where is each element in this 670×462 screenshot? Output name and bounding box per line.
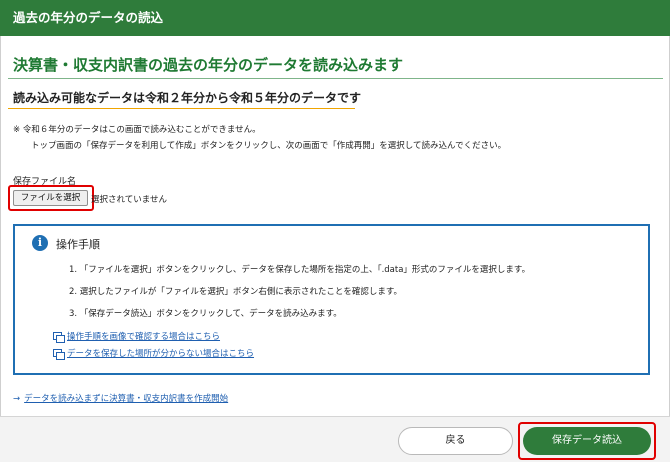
- info-icon: i: [32, 235, 48, 251]
- note-line-2: トップ画面の「保存データを利用して作成」ボタンをクリックし、次の画面で「作成再開…: [31, 141, 507, 151]
- instruction-step: 2. 選択したファイルが「ファイルを選択」ボタン右側に表示されたことを確認します…: [69, 287, 402, 297]
- arrow-right-icon: →: [13, 394, 21, 404]
- new-window-icon: [53, 332, 65, 343]
- instructions-box: i 操作手順 1. 「ファイルを選択」ボタンをクリックし、データを保存した場所を…: [13, 224, 650, 375]
- new-window-icon: [53, 349, 65, 360]
- instructions-title: 操作手順: [56, 238, 100, 251]
- window-title: 過去の年分のデータの読込: [0, 0, 670, 36]
- save-location-help-link[interactable]: データを保存した場所が分からない場合はこちら: [67, 347, 254, 359]
- sub-heading: 読み込み可能なデータは令和２年分から令和５年分のデータです: [13, 91, 362, 105]
- sub-heading-underline: [8, 108, 355, 109]
- image-guide-link[interactable]: 操作手順を画像で確認する場合はこちら: [67, 330, 220, 342]
- instruction-step: 3. 「保存データ読込」ボタンをクリックして、データを読み込みます。: [69, 309, 342, 319]
- start-without-data-label: データを読み込まずに決算書・収支内訳書を作成開始: [24, 394, 229, 404]
- page-heading: 決算書・収支内訳書の過去の年分のデータを読み込みます: [13, 56, 404, 74]
- choose-file-button[interactable]: ファイルを選択: [13, 190, 88, 206]
- load-saved-data-button[interactable]: 保存データ読込: [523, 427, 651, 455]
- note-line-1: ※ 令和６年分のデータはこの画面で読み込むことができません。: [13, 125, 261, 135]
- file-status: 選択されていません: [91, 195, 167, 205]
- back-button[interactable]: 戻る: [398, 427, 513, 455]
- heading-divider: [8, 78, 663, 79]
- start-without-data-link[interactable]: → データを読み込まずに決算書・収支内訳書を作成開始: [13, 392, 228, 404]
- instruction-step: 1. 「ファイルを選択」ボタンをクリックし、データを保存した場所を指定の上、「.…: [69, 265, 531, 275]
